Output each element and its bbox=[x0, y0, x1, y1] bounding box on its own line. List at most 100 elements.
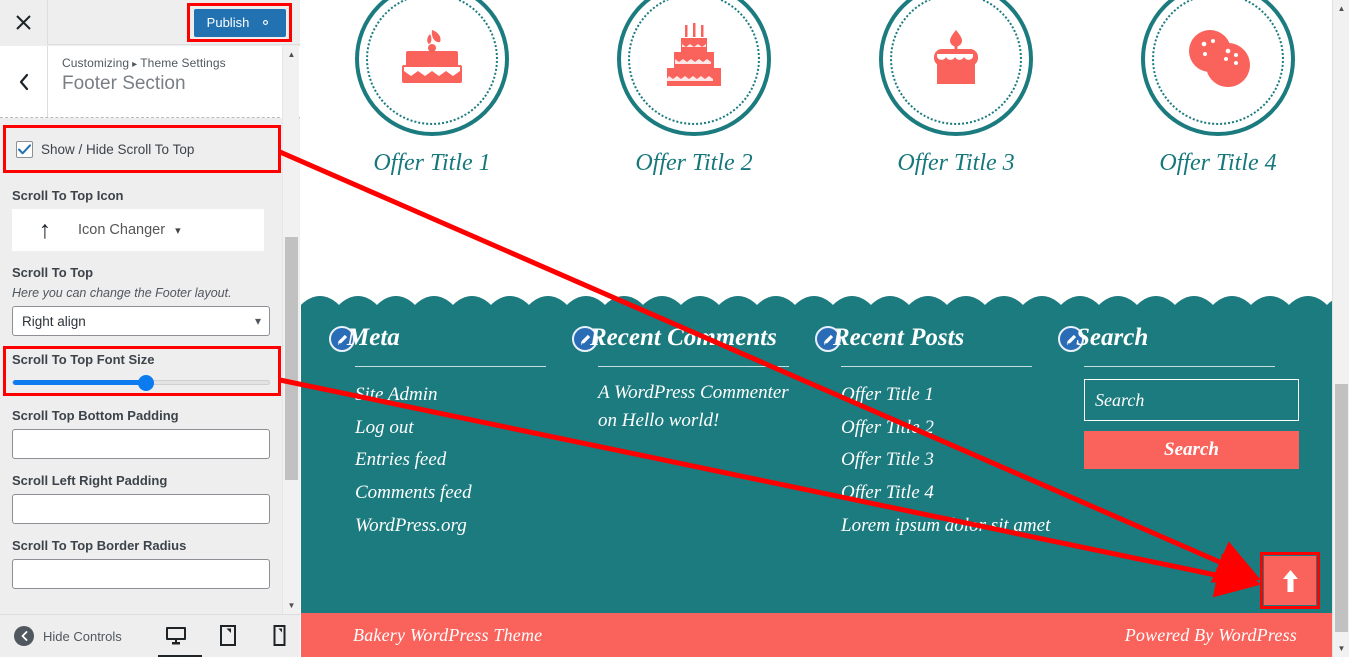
desktop-preview-icon[interactable] bbox=[157, 624, 202, 657]
checkmark-icon bbox=[18, 143, 31, 154]
cookies-icon bbox=[1189, 30, 1250, 87]
icon-changer-control[interactable]: ↑ Icon Changer ▾ bbox=[12, 209, 264, 251]
font-size-label: Scroll To Top Font Size bbox=[12, 352, 155, 367]
widget-divider bbox=[841, 366, 1032, 367]
font-size-slider[interactable] bbox=[12, 373, 270, 391]
recent-posts-list: Offer Title 1 Offer Title 2 Offer Title … bbox=[815, 379, 1050, 543]
widget-header: Meta bbox=[329, 324, 554, 352]
border-radius-input[interactable] bbox=[12, 559, 270, 589]
hide-controls-button[interactable]: Hide Controls bbox=[14, 626, 122, 646]
offers-row: Offer Title 1 Offer Title 2 Offer Title … bbox=[301, 0, 1349, 200]
slider-track bbox=[12, 374, 270, 391]
breadcrumb: Customizing ▸ Theme Settings bbox=[62, 56, 226, 70]
close-icon bbox=[16, 14, 31, 30]
back-button[interactable] bbox=[0, 46, 48, 117]
bottom-padding-input[interactable] bbox=[12, 429, 270, 459]
customizer-topbar: Publish bbox=[0, 0, 300, 45]
list-item[interactable]: Lorem ipsum dolor sit amet bbox=[841, 510, 1050, 543]
panel-header: Customizing ▸ Theme Settings Footer Sectio… bbox=[0, 46, 300, 118]
offer-circle bbox=[1141, 0, 1295, 136]
publish-label: Publish bbox=[206, 15, 250, 30]
widget-title: Recent Comments bbox=[590, 324, 777, 351]
mobile-preview-icon[interactable] bbox=[268, 624, 292, 648]
offer-item[interactable]: Offer Title 1 bbox=[312, 0, 552, 177]
sidebar-scrollbar-thumb[interactable] bbox=[285, 237, 298, 480]
scroll-up-arrow-icon[interactable]: ▲ bbox=[1333, 0, 1349, 17]
left-right-padding-input[interactable] bbox=[12, 494, 270, 524]
offer-circle bbox=[617, 0, 771, 136]
offer-title: Offer Title 2 bbox=[635, 150, 753, 176]
chevron-left-icon bbox=[19, 73, 28, 90]
search-input[interactable]: Search bbox=[1084, 379, 1299, 421]
widget-header: Recent Posts bbox=[815, 324, 1040, 352]
gear-icon bbox=[263, 20, 269, 25]
widget-title: Meta bbox=[347, 324, 400, 351]
preview-scrollbar-thumb[interactable] bbox=[1335, 384, 1348, 632]
offer-title: Offer Title 3 bbox=[897, 150, 1015, 176]
customizer-sidebar: Publish Customizing ▸ Theme Settings Foot bbox=[0, 0, 300, 657]
search-button[interactable]: Search bbox=[1084, 431, 1299, 469]
footer-widget-area: Meta Site Admin Log out Entries feed Com… bbox=[301, 310, 1349, 613]
recent-comment-entry[interactable]: A WordPress Commenter on Hello world! bbox=[572, 379, 797, 434]
device-preview-switcher bbox=[157, 624, 292, 657]
widget-header: Recent Comments bbox=[572, 324, 797, 352]
customizer-footer-bar: Hide Controls bbox=[0, 614, 300, 657]
widget-title: Search bbox=[1076, 324, 1149, 351]
footer-layout-select[interactable]: Right align ▾ bbox=[12, 306, 270, 336]
list-item[interactable]: Site Admin bbox=[355, 379, 554, 412]
list-item[interactable]: Comments feed bbox=[355, 477, 554, 510]
slider-thumb[interactable] bbox=[138, 374, 154, 391]
offer-item[interactable]: Offer Title 3 bbox=[836, 0, 1076, 177]
show-hide-checkbox[interactable] bbox=[16, 140, 33, 158]
controls-list: Show / Hide Scroll To Top Scroll To Top … bbox=[0, 119, 300, 614]
footer-widgets: Meta Site Admin Log out Entries feed Com… bbox=[301, 310, 1349, 542]
list-item[interactable]: Entries feed bbox=[355, 444, 554, 477]
list-item[interactable]: Offer Title 4 bbox=[841, 477, 1040, 510]
scroll-to-top-button[interactable] bbox=[1264, 556, 1316, 605]
site-preview: Offer Title 1 Offer Title 2 Offer Title … bbox=[301, 0, 1349, 657]
breadcrumb-root[interactable]: Customizing bbox=[62, 56, 129, 70]
arrow-up-icon bbox=[1282, 569, 1298, 592]
offer-item[interactable]: Offer Title 4 bbox=[1098, 0, 1338, 177]
layer-cake-icon bbox=[402, 30, 462, 83]
icon-changer-label: Icon Changer bbox=[78, 222, 166, 238]
preview-scrollbar[interactable]: ▲ ▼ bbox=[1332, 0, 1349, 657]
widget-title: Recent Posts bbox=[833, 324, 965, 351]
scroll-to-top-layout-label: Scroll To Top bbox=[12, 265, 94, 280]
list-item[interactable]: Offer Title 2 bbox=[841, 412, 1040, 445]
list-item[interactable]: Log out bbox=[355, 412, 554, 445]
border-radius-label: Scroll To Top Border Radius bbox=[12, 538, 187, 553]
publish-button[interactable]: Publish bbox=[193, 8, 286, 37]
footer-right-text: Powered By WordPress bbox=[1124, 624, 1297, 645]
bottom-padding-label: Scroll Top Bottom Padding bbox=[12, 408, 179, 423]
offer-item[interactable]: Offer Title 2 bbox=[574, 0, 814, 177]
scroll-up-arrow-icon[interactable]: ▲ bbox=[283, 46, 300, 63]
sidebar-scrollbar[interactable]: ▲ ▼ bbox=[282, 46, 299, 614]
widget-recent-comments: Recent Comments A WordPress Commenter on… bbox=[572, 324, 815, 542]
list-item[interactable]: Offer Title 1 bbox=[841, 379, 1040, 412]
meta-links-list: Site Admin Log out Entries feed Comments… bbox=[329, 379, 554, 542]
offer-circle bbox=[355, 0, 509, 136]
footer-bottom-bar: Bakery WordPress Theme Powered By WordPr… bbox=[301, 613, 1349, 657]
panel-titles: Customizing ▸ Theme Settings Footer Sectio… bbox=[48, 46, 226, 117]
widget-divider bbox=[598, 366, 789, 367]
scroll-to-top-layout-description: Here you can change the Footer layout. bbox=[12, 286, 232, 300]
scroll-down-arrow-icon[interactable]: ▼ bbox=[283, 597, 300, 614]
chevron-down-icon: ▾ bbox=[175, 224, 181, 237]
chevron-left-circle-icon bbox=[14, 626, 34, 646]
widget-header: Search bbox=[1058, 324, 1283, 352]
list-item[interactable]: WordPress.org bbox=[355, 510, 554, 543]
candle-cake-icon bbox=[934, 30, 978, 84]
scroll-down-arrow-icon[interactable]: ▼ bbox=[1333, 640, 1349, 657]
show-hide-scroll-to-top-row[interactable]: Show / Hide Scroll To Top bbox=[6, 128, 278, 170]
show-hide-label: Show / Hide Scroll To Top bbox=[41, 141, 195, 157]
footer-layout-selected-value: Right align bbox=[22, 313, 86, 329]
close-customizer-button[interactable] bbox=[0, 0, 48, 45]
page-title: Footer Section bbox=[62, 73, 186, 94]
left-right-padding-label: Scroll Left Right Padding bbox=[12, 473, 168, 488]
hide-controls-label: Hide Controls bbox=[43, 628, 122, 644]
list-item[interactable]: Offer Title 3 bbox=[841, 444, 1040, 477]
tiered-cake-icon bbox=[665, 23, 721, 86]
breadcrumb-parent[interactable]: Theme Settings bbox=[140, 56, 225, 70]
tablet-preview-icon[interactable] bbox=[216, 624, 240, 648]
